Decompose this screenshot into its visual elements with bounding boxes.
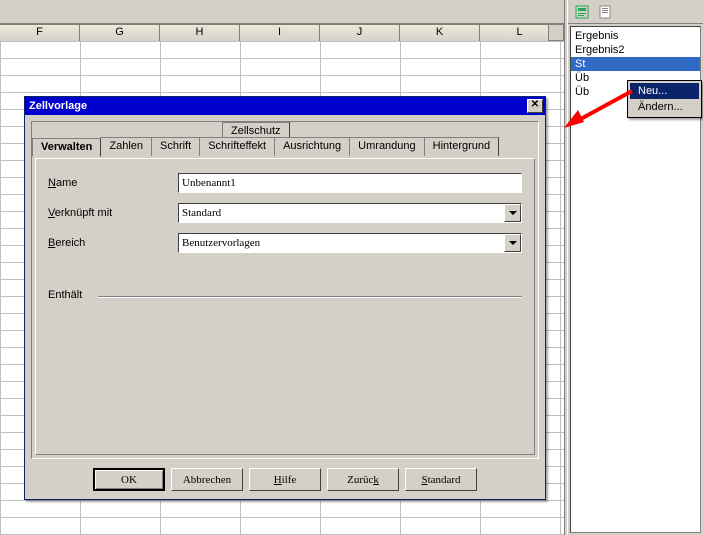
tab-row-front: Verwalten Zahlen Schrift Schrifteffekt A… [32, 137, 538, 156]
dialog-title: Zellvorlage [29, 100, 527, 112]
page-styles-icon[interactable] [595, 2, 615, 22]
tab-panel-verwalten: Name Verknüpft mit Standard Bereich Benu… [35, 158, 535, 455]
col-header[interactable]: J [320, 25, 400, 42]
chevron-down-icon[interactable] [504, 204, 521, 222]
back-button[interactable]: Zurück [327, 468, 399, 491]
cell-style-dialog: Zellvorlage ✕ Zellschutz Verwalten Zahle… [24, 96, 546, 500]
list-item[interactable]: Ergebnis [571, 29, 700, 43]
column-scroll-gap [548, 24, 564, 41]
tab-verwalten[interactable]: Verwalten [32, 138, 101, 157]
contains-group-label: Enthält [48, 289, 522, 301]
area-label: Bereich [48, 237, 178, 249]
styles-toolbar [568, 0, 703, 24]
name-label: Name [48, 177, 178, 189]
tab-schrift[interactable]: Schrift [151, 137, 200, 156]
context-menu: Neu... Ändern... [627, 80, 702, 118]
close-icon[interactable]: ✕ [527, 99, 543, 113]
linked-select[interactable]: Standard [178, 203, 522, 223]
dialog-button-row: OK Abbrechen Hilfe Zurück Standard [25, 468, 545, 491]
tab-umrandung[interactable]: Umrandung [349, 137, 424, 156]
dialog-titlebar[interactable]: Zellvorlage ✕ [25, 97, 545, 115]
chevron-down-icon[interactable] [504, 234, 521, 252]
tab-ausrichtung[interactable]: Ausrichtung [274, 137, 350, 156]
tab-schrifteffekt[interactable]: Schrifteffekt [199, 137, 275, 156]
help-button[interactable]: Hilfe [249, 468, 321, 491]
name-input[interactable] [178, 173, 522, 193]
app-toolbar-stub [0, 0, 564, 24]
column-headers: F G H I J K L [0, 24, 564, 41]
col-header[interactable]: F [0, 25, 80, 42]
paragraph-styles-icon[interactable] [572, 2, 592, 22]
list-item[interactable]: Ergebnis2 [571, 43, 700, 57]
menu-item-modify[interactable]: Ändern... [630, 99, 699, 115]
tab-zahlen[interactable]: Zahlen [100, 137, 152, 156]
list-item[interactable]: St [571, 57, 700, 71]
linked-label: Verknüpft mit [48, 207, 178, 219]
standard-button[interactable]: Standard [405, 468, 477, 491]
menu-item-new[interactable]: Neu... [630, 83, 699, 99]
tab-hintergrund[interactable]: Hintergrund [424, 137, 499, 156]
col-header[interactable]: I [240, 25, 320, 42]
area-select[interactable]: Benutzervorlagen [178, 233, 522, 253]
dialog-body: Zellschutz Verwalten Zahlen Schrift Schr… [31, 121, 539, 459]
cancel-button[interactable]: Abbrechen [171, 468, 243, 491]
col-header[interactable]: K [400, 25, 480, 42]
col-header[interactable]: G [80, 25, 160, 42]
ok-button[interactable]: OK [93, 468, 165, 491]
col-header[interactable]: H [160, 25, 240, 42]
